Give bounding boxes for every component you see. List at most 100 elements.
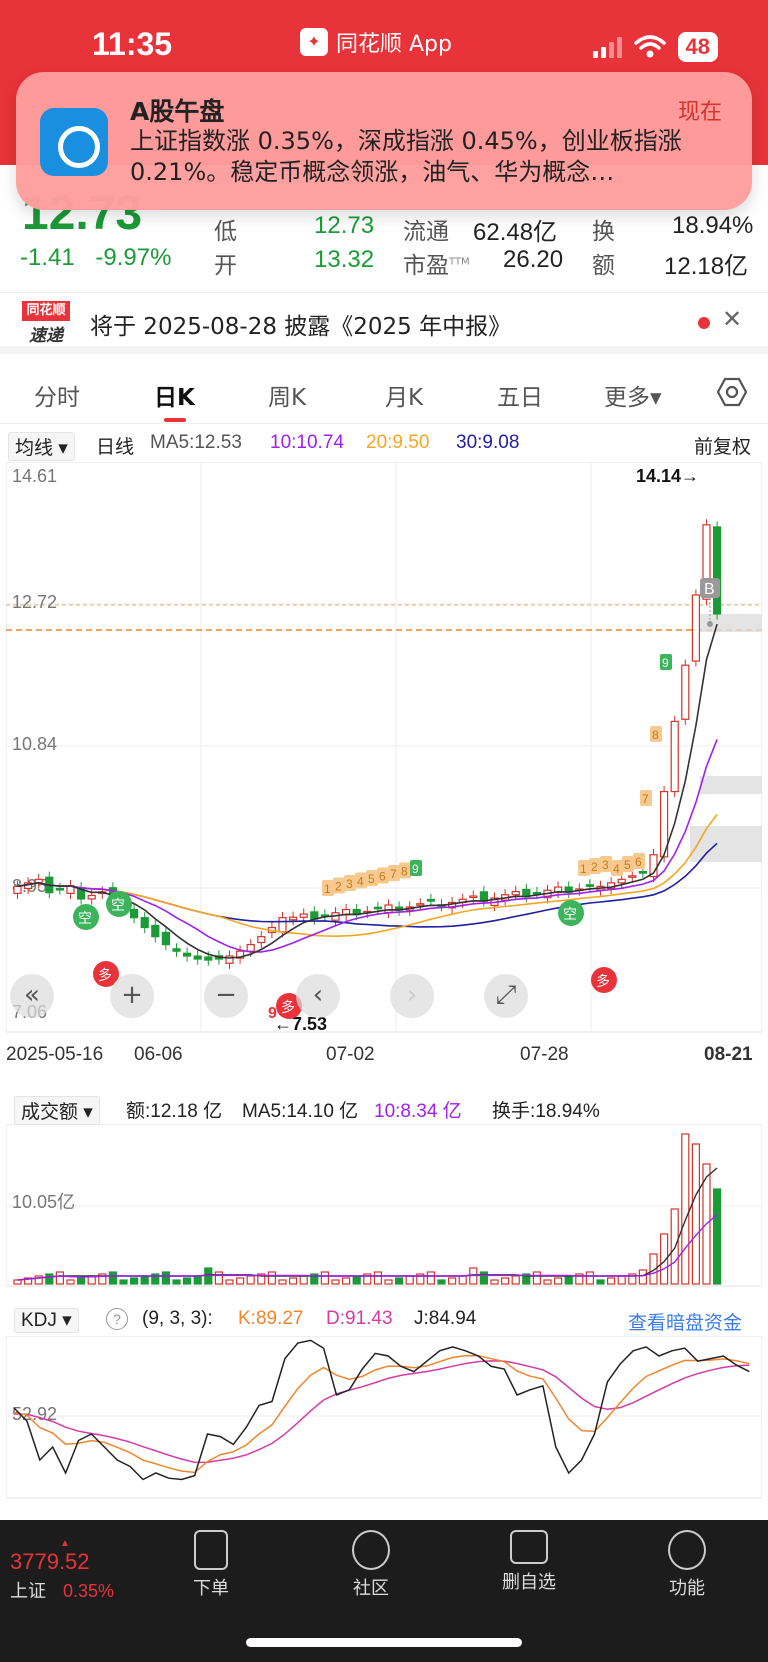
candle-body bbox=[384, 904, 393, 914]
float-label: 流通 bbox=[403, 219, 449, 245]
volume-bar bbox=[161, 1271, 170, 1285]
long-signal-3[interactable]: 多 bbox=[591, 967, 617, 993]
candle-body bbox=[638, 871, 648, 874]
volume-bar bbox=[490, 1279, 499, 1285]
tab-monthly-k[interactable]: 月K bbox=[385, 378, 423, 412]
candle-body bbox=[278, 917, 287, 933]
volume-bar bbox=[236, 1277, 245, 1285]
nav-remove-watchlist[interactable]: 删自选 bbox=[484, 1530, 574, 1594]
volume-bar bbox=[437, 1279, 446, 1285]
td-count-label: 8 bbox=[401, 865, 408, 879]
td-count-label: 2 bbox=[591, 860, 598, 874]
tab-more[interactable]: 更多▾ bbox=[604, 378, 662, 412]
scroll-left-icon[interactable]: ‹ bbox=[296, 974, 340, 1018]
tab-timeshare[interactable]: 分时 bbox=[34, 378, 80, 412]
turnover-value: 18.94% bbox=[672, 212, 754, 239]
amount-label: 额 bbox=[592, 253, 615, 279]
adjust-mode[interactable]: 前复权 bbox=[694, 432, 751, 459]
fullscreen-icon[interactable]: ⤢ bbox=[484, 974, 528, 1018]
candle-body bbox=[161, 931, 170, 946]
zoom-in-icon[interactable]: + bbox=[110, 974, 154, 1018]
notice-text: 将于 2025-08-28 披露《2025 年中报》 bbox=[90, 314, 512, 340]
volume-selector[interactable]: 成交额 ▾ bbox=[14, 1096, 100, 1125]
volume-bar bbox=[373, 1271, 382, 1285]
candle-body bbox=[373, 906, 382, 910]
volume-bar bbox=[405, 1275, 414, 1285]
open-value: 13.32 bbox=[314, 246, 375, 273]
indicator-selector[interactable]: 均线 ▾ bbox=[8, 432, 75, 461]
tab-weekly-k[interactable]: 周K bbox=[268, 378, 306, 412]
volume-bar bbox=[426, 1271, 435, 1285]
pe-value: 26.20 bbox=[503, 246, 564, 273]
volume-bar bbox=[585, 1271, 595, 1285]
short-signal-3[interactable]: 空 bbox=[558, 900, 584, 926]
svg-text:多: 多 bbox=[596, 973, 610, 989]
volume-bar bbox=[193, 1275, 202, 1285]
ma10-value: 10:10.74 bbox=[270, 432, 344, 453]
kdj-params: (9, 3, 3): bbox=[142, 1308, 213, 1329]
volume-ma5: MA5:14.10 亿 bbox=[242, 1101, 359, 1122]
cellular-signal-icon bbox=[592, 36, 622, 58]
volume-chart[interactable]: 10.05亿 bbox=[6, 1124, 762, 1288]
volume-bar bbox=[55, 1271, 65, 1285]
volume-bar bbox=[129, 1277, 139, 1285]
logo-top: 同花顺 bbox=[22, 301, 70, 321]
status-app-indicator: ✦ 同花顺 App bbox=[300, 26, 452, 58]
float-row: 流通 62.48亿 bbox=[403, 212, 557, 246]
dark-pool-funds-link[interactable]: 查看暗盘资金 bbox=[628, 1308, 742, 1335]
nav-community[interactable]: 社区 bbox=[326, 1530, 416, 1600]
volume-amount: 额:12.18 亿 bbox=[126, 1101, 223, 1122]
date-label-2: 06-06 bbox=[134, 1044, 183, 1065]
change-pct: -9.97% bbox=[95, 244, 172, 271]
volume-bar bbox=[289, 1277, 298, 1285]
kdj-j: J:84.94 bbox=[414, 1308, 477, 1329]
status-time: 11:35 bbox=[92, 26, 173, 62]
index-pct: 0.35% bbox=[63, 1581, 115, 1601]
volume-bar bbox=[606, 1277, 616, 1285]
amount-value: 12.18亿 bbox=[664, 253, 749, 280]
kdj-selector[interactable]: KDJ ▾ bbox=[14, 1308, 79, 1333]
tab-five-day[interactable]: 五日 bbox=[497, 378, 543, 412]
candle-body bbox=[193, 955, 202, 960]
status-app-name: 同花顺 App bbox=[336, 32, 452, 57]
nav-label-functions: 功能 bbox=[669, 1578, 705, 1599]
volume-bar bbox=[108, 1271, 118, 1285]
close-icon[interactable]: ✕ bbox=[722, 305, 742, 333]
zoom-out-icon[interactable]: − bbox=[204, 974, 248, 1018]
short-signal-1[interactable]: 空 bbox=[73, 904, 99, 930]
settings-hexagon-icon[interactable] bbox=[716, 376, 748, 408]
volume-bar bbox=[267, 1271, 276, 1285]
ma-legend: 均线 ▾ 日线 MA5:12.53 10:10.74 20:9.50 30:9.… bbox=[0, 428, 768, 461]
community-star-icon bbox=[352, 1530, 390, 1570]
volume-bar bbox=[320, 1271, 329, 1285]
kdj-chart[interactable]: 52.92 bbox=[6, 1336, 762, 1500]
notification-app-icon bbox=[40, 108, 108, 176]
volume-bar bbox=[448, 1277, 457, 1285]
volume-bar bbox=[140, 1275, 149, 1285]
open-label: 开 bbox=[214, 253, 237, 279]
disclosure-notice[interactable]: 同花顺 速递 将于 2025-08-28 披露《2025 年中报》 ✕ bbox=[0, 292, 768, 354]
candle-body bbox=[628, 875, 637, 878]
logo-bottom: 速递 bbox=[29, 326, 63, 346]
nav-place-order[interactable]: 下单 bbox=[166, 1530, 256, 1600]
candle-body bbox=[129, 908, 139, 919]
nav-functions[interactable]: 功能 bbox=[642, 1530, 732, 1600]
volume-bar bbox=[691, 1143, 701, 1285]
high-price-marker: 14.14→ bbox=[636, 466, 699, 486]
candle-body bbox=[13, 885, 22, 894]
active-tab-indicator bbox=[164, 418, 186, 422]
help-icon[interactable]: ? bbox=[106, 1308, 128, 1330]
app-icon: ✦ bbox=[300, 28, 328, 56]
candle-body bbox=[691, 594, 701, 662]
short-signal-2[interactable]: 空 bbox=[106, 891, 132, 917]
candle-body bbox=[511, 890, 520, 896]
collapse-left-icon[interactable]: « bbox=[10, 974, 54, 1018]
scroll-right-icon[interactable]: › bbox=[390, 974, 434, 1018]
tab-daily-k[interactable]: 日K bbox=[154, 378, 195, 412]
index-ticker[interactable]: ▲ 3779.52 上证 0.35% bbox=[10, 1538, 120, 1603]
push-notification[interactable]: A股午盘 现在 上证指数涨 0.35%，深成指涨 0.45%，创业板指涨 0.2… bbox=[16, 72, 752, 210]
td-count-label: 9 bbox=[412, 862, 419, 876]
kline-chart[interactable]: 14.61 12.72 10.84 8.95 7.06 123456789 12… bbox=[6, 462, 762, 1036]
volume-bar bbox=[458, 1275, 467, 1285]
volume-bar bbox=[712, 1188, 722, 1285]
